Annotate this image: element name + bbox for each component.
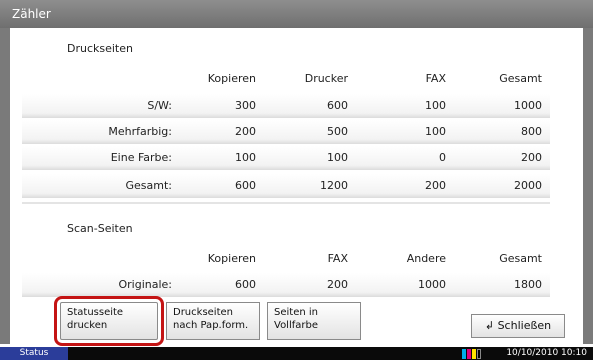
print-row-single-color: Eine Farbe: 100 100 0 200 bbox=[22, 146, 550, 170]
cell-printer: 600 bbox=[327, 99, 348, 112]
section-divider bbox=[22, 202, 550, 204]
close-label: Schließen bbox=[497, 319, 552, 332]
cell-copy: 600 bbox=[235, 278, 256, 291]
pages-by-paper-format-button[interactable]: Druckseiten nach Pap.form. bbox=[166, 302, 260, 340]
cell-total: 1800 bbox=[514, 278, 542, 291]
print-status-page-button[interactable]: Statusseite drucken bbox=[54, 296, 164, 346]
scan-row-originals: Originale: 600 200 1000 1800 bbox=[22, 273, 550, 297]
cell-copy: 600 bbox=[235, 179, 256, 192]
cell-fax: 200 bbox=[425, 179, 446, 192]
row-label: S/W: bbox=[147, 99, 172, 112]
cell-copy: 200 bbox=[235, 125, 256, 138]
frame-right bbox=[583, 28, 593, 344]
cell-printer: 100 bbox=[327, 151, 348, 164]
cell-copy: 300 bbox=[235, 99, 256, 112]
cell-other: 1000 bbox=[418, 278, 446, 291]
cell-total: 200 bbox=[521, 151, 542, 164]
row-label: Mehrfarbig: bbox=[108, 125, 172, 138]
cell-total: 2000 bbox=[514, 179, 542, 192]
toner-level-icon bbox=[462, 347, 486, 360]
scan-col-copy: Kopieren bbox=[207, 252, 256, 265]
scan-col-other: Andere bbox=[406, 252, 446, 265]
print-row-multicolor: Mehrfarbig: 200 500 100 800 bbox=[22, 120, 550, 144]
cell-fax: 100 bbox=[425, 99, 446, 112]
counter-screen: Zähler Druckseiten Kopieren Drucker FAX … bbox=[0, 0, 593, 360]
scan-col-total: Gesamt bbox=[499, 252, 542, 265]
cell-printer: 500 bbox=[327, 125, 348, 138]
title-bar: Zähler bbox=[0, 0, 593, 28]
print-section-heading: Druckseiten bbox=[67, 42, 133, 55]
close-button[interactable]: ↲ Schließen bbox=[471, 314, 565, 338]
cell-fax: 100 bbox=[425, 125, 446, 138]
window-title: Zähler bbox=[12, 7, 51, 21]
cell-fax: 200 bbox=[327, 278, 348, 291]
row-label: Eine Farbe: bbox=[110, 151, 172, 164]
cell-fax: 0 bbox=[439, 151, 446, 164]
print-col-total: Gesamt bbox=[499, 72, 542, 85]
status-bar bbox=[0, 347, 593, 360]
cell-total: 1000 bbox=[514, 99, 542, 112]
print-row-bw: S/W: 300 600 100 1000 bbox=[22, 94, 550, 118]
scan-col-fax: FAX bbox=[327, 252, 348, 265]
cell-copy: 100 bbox=[235, 151, 256, 164]
cell-total: 800 bbox=[521, 125, 542, 138]
enter-arrow-icon: ↲ bbox=[484, 319, 495, 332]
print-row-total: Gesamt: 600 1200 200 2000 bbox=[22, 174, 550, 198]
status-tab[interactable]: Status bbox=[0, 347, 68, 360]
row-label: Originale: bbox=[118, 278, 172, 291]
status-datetime: 10/10/2010 10:10 bbox=[506, 348, 587, 358]
cell-printer: 1200 bbox=[320, 179, 348, 192]
print-col-copy: Kopieren bbox=[207, 72, 256, 85]
frame-left bbox=[0, 28, 10, 344]
scan-section-heading: Scan-Seiten bbox=[67, 222, 133, 235]
pages-in-color-button[interactable]: Seiten in Vollfarbe bbox=[267, 302, 361, 340]
print-col-printer: Drucker bbox=[304, 72, 348, 85]
print-col-fax: FAX bbox=[425, 72, 446, 85]
row-label: Gesamt: bbox=[125, 179, 173, 192]
